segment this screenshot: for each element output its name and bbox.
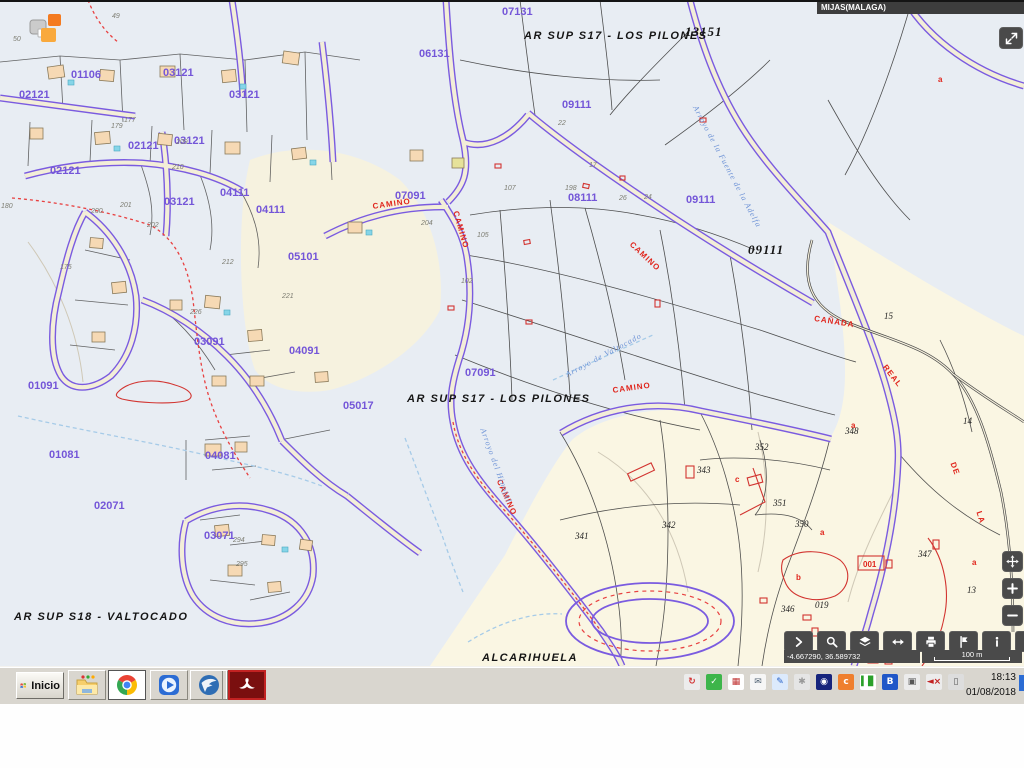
map-toolbar-buttons (784, 631, 1024, 652)
bluetooth-b-tray-icon[interactable]: B (882, 674, 898, 690)
safely-remove-tray-icon[interactable]: ▯ (948, 674, 964, 690)
magnifier-icon (825, 635, 839, 649)
layers-button[interactable] (850, 631, 879, 652)
layers-icon (858, 635, 872, 649)
start-label: Inicio (31, 680, 60, 692)
taskbar-edge-item[interactable] (1019, 675, 1024, 691)
zoom-in-button[interactable] (1002, 578, 1023, 599)
chevron-right-icon (792, 635, 806, 649)
thunderbird-icon (197, 673, 221, 697)
chrome-icon (115, 673, 139, 697)
file-explorer-launcher[interactable] (68, 670, 106, 700)
start-button[interactable]: Inicio (16, 672, 64, 699)
zoom-search-button[interactable] (817, 631, 846, 652)
map-viewport[interactable]: 0713113151061310110603121021210312103121… (0, 0, 1024, 666)
print-button[interactable] (916, 631, 945, 652)
volume-muted-tray-icon[interactable]: ◄× (926, 674, 942, 690)
scale-line (934, 657, 1010, 661)
security-grid-tray-icon[interactable]: ▦ (728, 674, 744, 690)
zoom-out-button[interactable] (1002, 605, 1023, 626)
antivirus-check-tray-icon[interactable]: ✓ (706, 674, 722, 690)
acrobat-icon (236, 673, 258, 697)
minus-icon (1005, 608, 1020, 623)
scale-bar: 100 m (922, 650, 1022, 663)
clock-time: 18:13 (966, 670, 1016, 685)
info-icon (990, 635, 1004, 649)
globe-button[interactable] (1015, 631, 1024, 652)
expand-panel-button[interactable] (784, 631, 813, 652)
position-flag-button[interactable] (949, 631, 978, 652)
cleaner-orange-tray-icon[interactable]: c (838, 674, 854, 690)
stats-bars-tray-icon[interactable]: ▍▊ (860, 674, 876, 690)
acrobat-launcher[interactable] (228, 670, 266, 700)
coordinates-readout: -4.667290, 36.589732 (784, 650, 920, 663)
pan-icon (1005, 554, 1020, 569)
screen-blank-area (0, 704, 1024, 768)
measure-button[interactable] (883, 631, 912, 652)
network-flower-tray-icon[interactable]: ✱ (794, 674, 810, 690)
wireless-tray-icon[interactable]: ◉ (816, 674, 832, 690)
updater-swirl-tray-icon[interactable]: ↻ (684, 674, 700, 690)
taskbar-divider (222, 671, 227, 699)
printer-status-tray-icon[interactable]: ▣ (904, 674, 920, 690)
printer-icon (924, 635, 938, 649)
clock-date: 01/08/2018 (966, 685, 1016, 700)
map-canvas (0, 0, 1024, 666)
pan-button[interactable] (1002, 551, 1023, 572)
fullscreen-button[interactable] (999, 27, 1023, 49)
media-player-icon (157, 673, 181, 697)
tray-clock[interactable]: 18:13 01/08/2018 (966, 670, 1016, 700)
taskbar: Inicio ↻ ✓ ▦ ✉ ✎ ✱ ◉ c ▍▊ B ▣ ◄× ▯ 18:13 01/08/2018 (0, 666, 1024, 704)
system-tray: ↻ ✓ ▦ ✉ ✎ ✱ ◉ c ▍▊ B ▣ ◄× ▯ (684, 674, 964, 690)
flag-p-icon (957, 635, 971, 649)
media-player-launcher[interactable] (150, 670, 188, 700)
plus-icon (1005, 581, 1020, 596)
pen-tool-tray-icon[interactable]: ✎ (772, 674, 788, 690)
mail-tray-icon[interactable]: ✉ (750, 674, 766, 690)
file-explorer-icon (75, 673, 99, 697)
window-title: MIJAS(MALAGA) (817, 2, 1024, 14)
chrome-launcher[interactable] (108, 670, 146, 700)
expand-icon (1004, 31, 1019, 46)
info-button[interactable] (982, 631, 1011, 652)
windows-logo-icon (20, 678, 28, 693)
arrows-h-icon (891, 635, 905, 649)
